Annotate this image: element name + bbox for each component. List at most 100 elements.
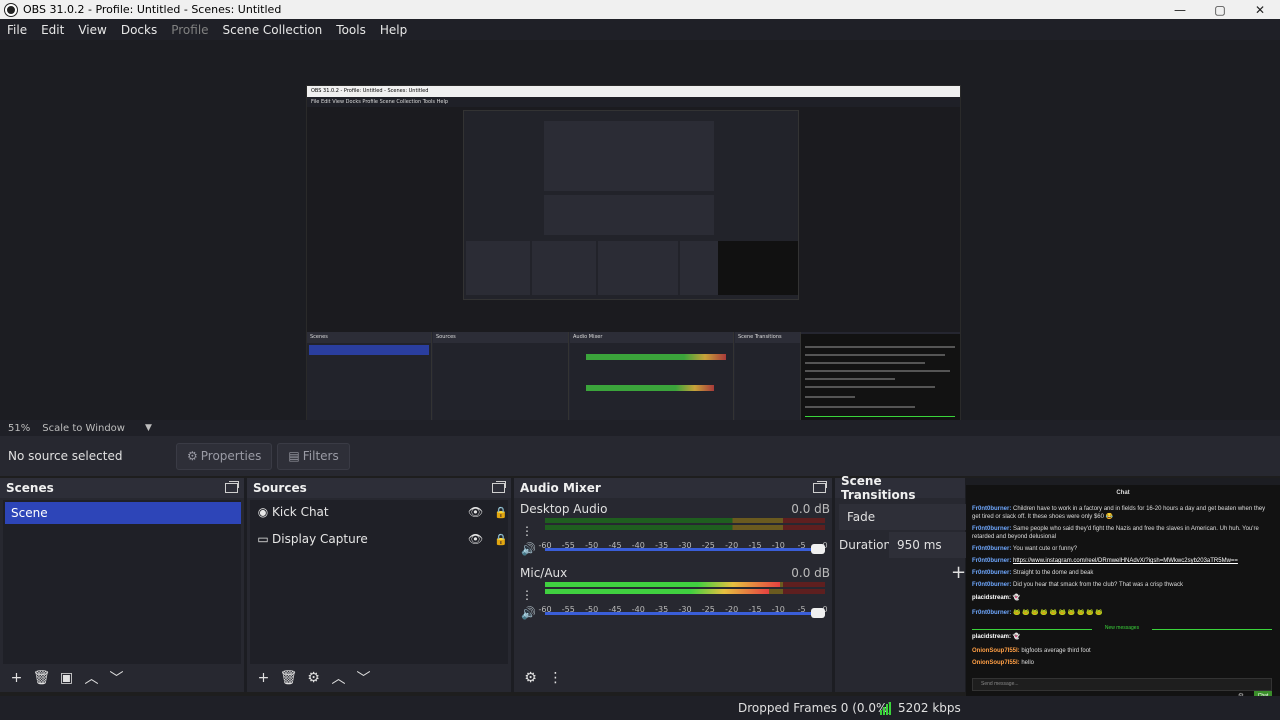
audio-mixer-toolbar: ⚙ ⋮ <box>514 664 832 692</box>
menu-edit[interactable]: Edit <box>34 23 71 37</box>
scenes-header: Scenes <box>0 478 244 498</box>
properties-label: Properties <box>200 449 262 463</box>
scene-item[interactable]: Scene <box>5 502 241 524</box>
menu-docks[interactable]: Docks <box>114 23 164 37</box>
slider-knob[interactable] <box>811 544 825 554</box>
preview-mini-menu: File Edit View Docks Profile Scene Colle… <box>307 97 960 107</box>
preview-area[interactable]: OBS 31.0.2 - Profile: Untitled - Scenes:… <box>0 40 1280 455</box>
chat-user: Fr0nt0burner: <box>972 526 1012 532</box>
add-icon[interactable]: + <box>251 670 276 686</box>
transition-select[interactable]: Fade <box>839 504 969 530</box>
menu-view[interactable]: View <box>71 23 113 37</box>
kebab-menu-icon[interactable]: ⋮ <box>521 524 533 538</box>
source-item-kick-chat[interactable]: ◉ Kick Chat 👁 🔒 <box>256 500 508 524</box>
channel-name: Mic/Aux <box>520 566 568 580</box>
menu-file[interactable]: File <box>0 23 34 37</box>
eye-icon[interactable]: 👁 <box>468 532 483 546</box>
preview-canvas[interactable]: OBS 31.0.2 - Profile: Untitled - Scenes:… <box>306 85 961 455</box>
scale-mode-select[interactable]: Scale to Window <box>42 423 125 434</box>
menu-bar: File Edit View Docks Profile Scene Colle… <box>0 19 1280 40</box>
gear-icon[interactable]: ⚙ <box>301 670 326 686</box>
chat-text: 🐸 🐸 🐸 🐸 🐸 🐸 🐸 🐸 🐸 🐸 <box>1013 610 1103 616</box>
scale-dropdown-icon[interactable]: ▼ <box>145 423 152 433</box>
volume-meter <box>545 582 825 596</box>
trash-icon[interactable]: 🗑 <box>276 670 301 686</box>
bitrate: 5202 kbps <box>898 701 961 715</box>
source-item-display-capture[interactable]: ▭ Display Capture 👁 🔒 <box>256 527 507 551</box>
close-button[interactable]: ✕ <box>1240 0 1280 19</box>
move-up-icon[interactable]: ︿ <box>326 668 351 688</box>
minimize-button[interactable]: — <box>1160 0 1200 19</box>
chat-user: placidstream: <box>972 595 1012 601</box>
volume-slider[interactable] <box>545 608 825 618</box>
volume-meter <box>545 518 825 532</box>
add-icon[interactable]: + <box>4 670 29 686</box>
chat-user: Fr0nt0burner: <box>972 506 1012 512</box>
chat-user: Fr0nt0burner: <box>972 558 1012 564</box>
filters-icon[interactable]: ▣ <box>54 670 79 686</box>
no-source-selected-label: No source selected <box>8 449 123 463</box>
scenes-title: Scenes <box>6 481 54 495</box>
source-name: Display Capture <box>272 532 368 546</box>
undock-icon[interactable] <box>813 481 827 493</box>
signal-bars-icon <box>880 702 892 715</box>
kebab-menu-icon[interactable]: ⋮ <box>543 670 568 686</box>
slider-knob[interactable] <box>811 608 825 618</box>
chat-message: placidstream: 👻 <box>972 594 1272 602</box>
menu-help[interactable]: Help <box>373 23 414 37</box>
properties-button[interactable]: ⚙ Properties <box>176 442 273 470</box>
sources-title: Sources <box>253 481 307 495</box>
audio-mixer-title: Audio Mixer <box>520 481 601 495</box>
filters-button[interactable]: ▤ Filters <box>277 442 350 470</box>
chat-text: Children have to work in a factory and i… <box>972 506 1266 520</box>
chat-text: You want cute or funny? <box>1012 546 1078 552</box>
speaker-icon[interactable]: 🔊 <box>521 606 536 620</box>
kebab-menu-icon[interactable]: ⋮ <box>521 588 533 602</box>
trash-icon[interactable]: 🗑 <box>29 670 54 686</box>
chat-text: https://www.instagram.com/reel/DRmwelHNA… <box>1013 558 1238 564</box>
advanced-audio-icon[interactable]: ⚙ <box>518 670 543 686</box>
dropped-frames: Dropped Frames 0 (0.0%) <box>738 701 893 715</box>
chat-message-input[interactable]: Send message... <box>972 678 1272 691</box>
globe-icon: ◉ <box>257 505 269 519</box>
chat-message: OnionSoup7I55I: hello <box>972 659 1272 667</box>
scale-percent: 51% <box>8 422 31 434</box>
move-up-icon[interactable]: ︿ <box>79 668 104 688</box>
move-down-icon[interactable]: ﹀ <box>351 668 376 688</box>
scenes-list[interactable]: Scene <box>3 500 241 664</box>
chat-message: Fr0nt0burner: You want cute or funny? <box>972 545 1272 553</box>
chat-message: Fr0nt0burner: Same people who said they'… <box>972 525 1272 541</box>
chat-text: Straight to the dome and beak <box>1013 570 1094 576</box>
menu-scene-collection[interactable]: Scene Collection <box>216 23 330 37</box>
speaker-icon[interactable]: 🔊 <box>521 542 536 556</box>
chat-user: Fr0nt0burner: <box>972 570 1012 576</box>
move-down-icon[interactable]: ﹀ <box>104 668 129 688</box>
chat-text: Did you hear that smack from the club? T… <box>1013 582 1183 588</box>
undock-icon[interactable] <box>492 481 506 493</box>
menu-tools[interactable]: Tools <box>329 23 373 37</box>
add-icon[interactable]: + <box>951 562 966 583</box>
maximize-button[interactable]: ▢ <box>1200 0 1240 19</box>
chat-text: Same people who said they'd fight the Na… <box>972 526 1259 540</box>
sources-list[interactable]: ◉ Kick Chat 👁 🔒 ▭ Display Capture 👁 🔒 <box>250 500 508 664</box>
audio-mixer-dock: Audio Mixer Desktop Audio 0.0 dB ⋮ -60 -5… <box>514 478 832 692</box>
obs-logo-icon <box>5 3 17 16</box>
preview-nested-window <box>463 110 799 300</box>
eye-icon[interactable]: 👁 <box>468 505 483 519</box>
channel-db: 0.0 dB <box>791 566 830 580</box>
chat-title: Chat <box>1116 490 1130 496</box>
undock-icon[interactable] <box>225 481 239 493</box>
chat-panel: Chat Fr0nt0burner: Children have to work… <box>966 485 1280 701</box>
duration-input[interactable]: 950 ms <box>889 532 969 558</box>
volume-slider[interactable] <box>545 544 825 554</box>
chat-message: Fr0nt0burner: Children have to work in a… <box>972 505 1272 521</box>
chat-user: OnionSoup7I55I: <box>972 660 1020 666</box>
lock-icon[interactable]: 🔒 <box>494 533 508 546</box>
scene-transitions-dock: Scene Transitions Fade Duration 950 ms + <box>835 474 969 692</box>
scenes-dock: Scenes Scene + 🗑 ▣ ︿ ﹀ <box>0 478 244 692</box>
monitor-icon: ▭ <box>257 532 269 546</box>
filters-label: Filters <box>302 449 339 463</box>
lock-icon[interactable]: 🔒 <box>494 506 508 519</box>
chat-user: Fr0nt0burner: <box>972 582 1012 588</box>
preview-scale-bar: 51% Scale to Window ▼ <box>0 420 1280 436</box>
